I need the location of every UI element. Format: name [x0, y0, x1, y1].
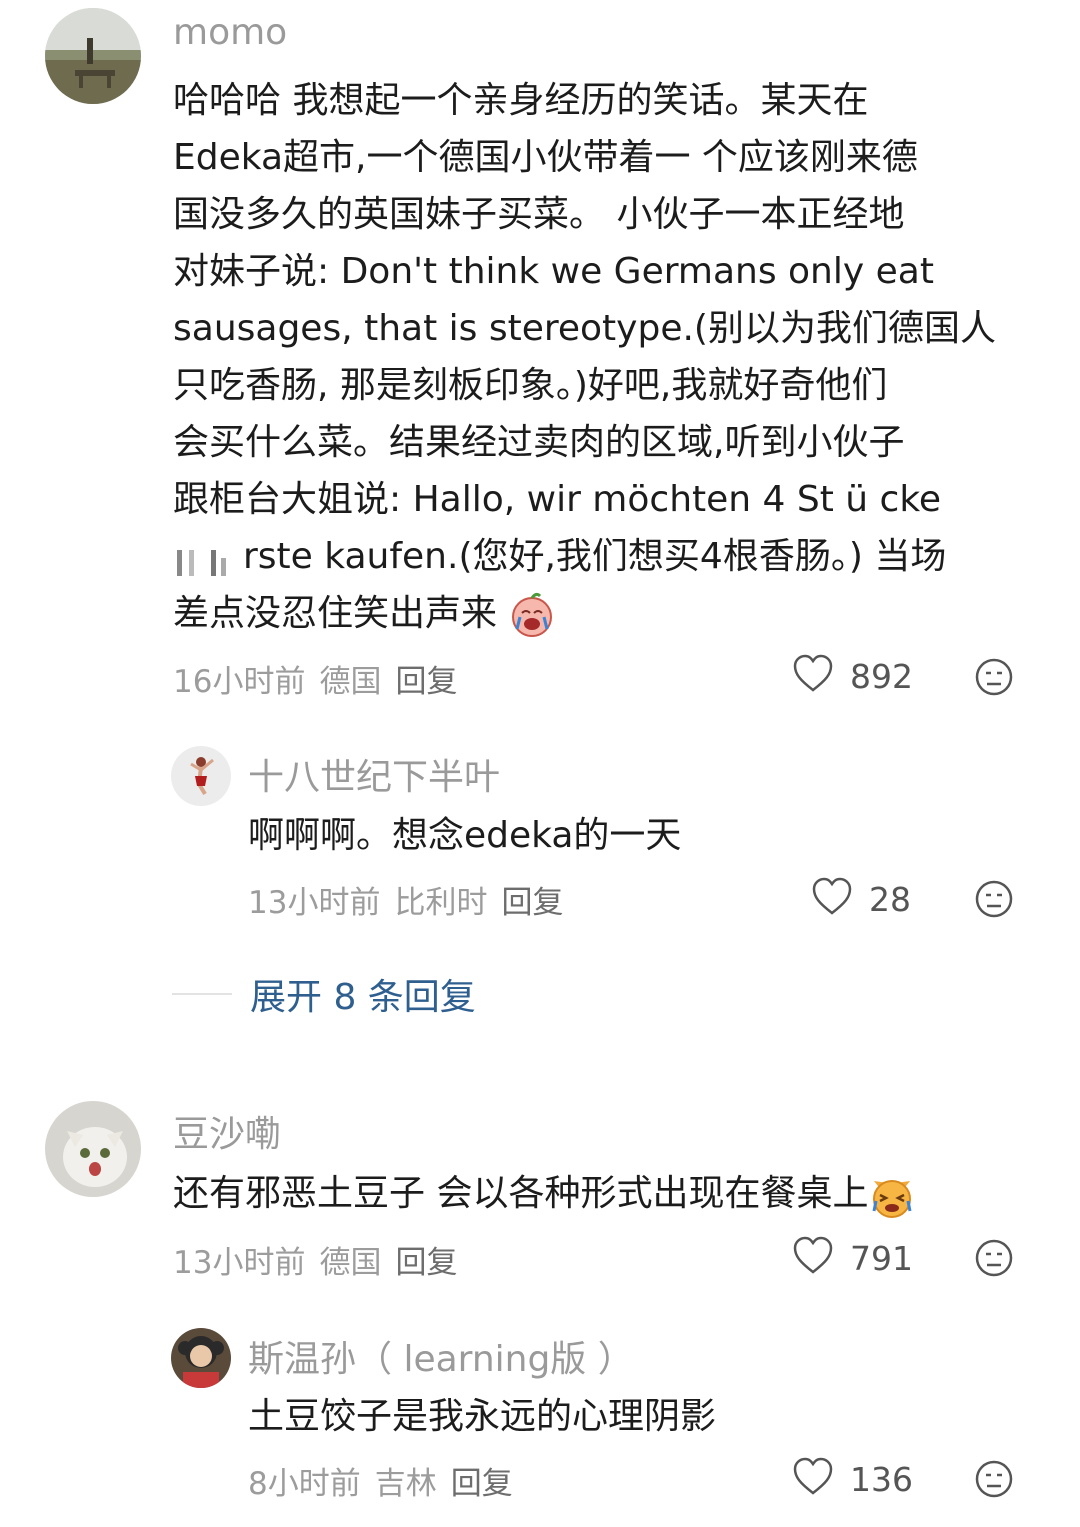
- dislike-face-icon: [974, 880, 1014, 923]
- like-count: 28: [869, 879, 911, 919]
- comment-line: sausages, that is stereotype.(别以为我们德国人: [173, 308, 996, 349]
- timestamp: 8小时前: [248, 1466, 361, 1502]
- expand-replies-button[interactable]: 展开 8 条回复: [172, 968, 476, 1020]
- like-button[interactable]: 28: [811, 877, 911, 921]
- comment-text: 土豆饺子是我永远的心理阴影: [248, 1396, 717, 1437]
- like-button[interactable]: 136: [792, 1457, 913, 1501]
- comment-line: 会买什么菜。结果经过卖肉的区域,听到小伙子: [173, 422, 905, 463]
- username[interactable]: 十八世纪下半叶: [248, 748, 500, 800]
- heart-icon: [792, 654, 834, 698]
- avatar[interactable]: [45, 8, 141, 104]
- location: 德国: [319, 1245, 382, 1281]
- reply-button[interactable]: 回复: [451, 1466, 513, 1502]
- comment-line: 对妹子说: Don't think we Germans only eat: [173, 251, 934, 292]
- avatar[interactable]: [171, 746, 231, 806]
- reply-button[interactable]: 回复: [501, 885, 563, 921]
- like-count: 892: [850, 656, 913, 696]
- comment-meta: 13小时前 德国 回复: [173, 1237, 471, 1282]
- location: 比利时: [394, 885, 488, 921]
- reply-button[interactable]: 回复: [395, 1245, 457, 1281]
- heart-icon: [811, 877, 853, 921]
- timestamp: 16小时前: [173, 664, 306, 700]
- comment-meta: 16小时前 德国 回复: [173, 656, 471, 701]
- divider: [172, 993, 232, 995]
- comment-line: 只吃香肠, 那是刻板印象。)好吧,我就好奇他们: [173, 365, 888, 406]
- timestamp: 13小时前: [248, 885, 381, 921]
- username[interactable]: 斯温孙（ learning版 ）: [248, 1330, 634, 1382]
- location: 吉林: [374, 1466, 437, 1502]
- crying-cat-emoji-icon: [868, 1171, 916, 1219]
- comment-text: 哈哈哈 我想起一个亲身经历的笑话。某天在 Edeka超市,一个德国小伙带着一 个…: [173, 72, 1053, 642]
- dislike-button[interactable]: [974, 1238, 1014, 1282]
- expand-replies-label: 展开 8 条回复: [250, 977, 476, 1018]
- timestamp: 13小时前: [173, 1245, 306, 1281]
- dislike-button[interactable]: [974, 1459, 1014, 1503]
- heart-icon: [792, 1457, 834, 1501]
- dislike-face-icon: [974, 658, 1014, 701]
- comment-line: Edeka超市,一个德国小伙带着一 个应该刚来德: [173, 137, 918, 178]
- comment-line: 跟柜台大姐说: Hallo, wir möchten 4 St ü cke: [173, 479, 942, 520]
- username[interactable]: 豆沙嘞: [173, 1105, 281, 1157]
- comment-line: 国没多久的英国妹子买菜。 小伙子一本正经地: [173, 194, 905, 235]
- comment-meta: 8小时前 吉林 回复: [248, 1458, 527, 1503]
- dislike-button[interactable]: [974, 879, 1014, 923]
- location: 德国: [319, 664, 382, 700]
- redacted-glyph: [173, 540, 243, 576]
- heart-icon: [792, 1236, 834, 1280]
- dislike-button[interactable]: [974, 657, 1014, 701]
- avatar[interactable]: [45, 1101, 141, 1197]
- crying-laughing-emoji-icon: [508, 591, 556, 639]
- like-button[interactable]: 892: [792, 654, 913, 698]
- like-count: 791: [850, 1238, 913, 1278]
- comment-line: 差点没忍住笑出声来: [173, 585, 1053, 642]
- dislike-face-icon: [974, 1460, 1014, 1503]
- comment-text: 啊啊啊。想念edeka的一天: [248, 815, 682, 856]
- reply-button[interactable]: 回复: [395, 664, 457, 700]
- dislike-face-icon: [974, 1239, 1014, 1282]
- like-button[interactable]: 791: [792, 1236, 913, 1280]
- comment-meta: 13小时前 比利时 回复: [248, 877, 577, 922]
- comment-line: 哈哈哈 我想起一个亲身经历的笑话。某天在: [173, 80, 869, 121]
- username[interactable]: momo: [173, 12, 287, 53]
- comment-text: 还有邪恶土豆子 会以各种形式出现在餐桌上: [173, 1165, 916, 1222]
- like-count: 136: [850, 1459, 913, 1499]
- avatar[interactable]: [171, 1328, 231, 1388]
- comment-line-with-redaction: rste kaufen.(您好,我们想买4根香肠。) 当场: [173, 528, 1053, 585]
